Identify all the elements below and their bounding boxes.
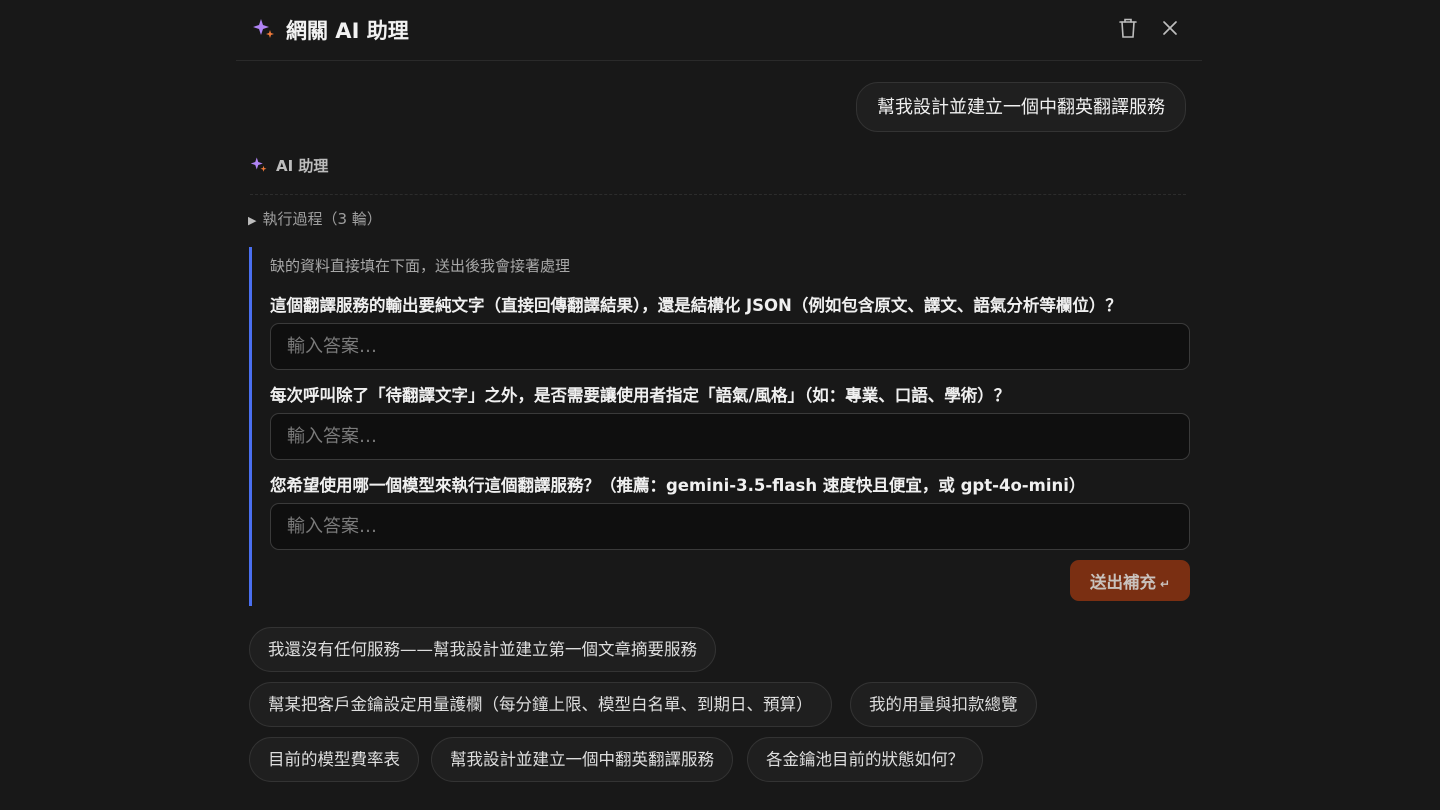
sparkle-icon — [252, 17, 276, 41]
panel-title: 網關 AI 助理 — [286, 19, 409, 43]
question-label: 每次呼叫除了「待翻譯文字」之外，是否需要讓使用者指定「語氣/風格」（如：專業、口… — [270, 386, 1011, 405]
steps-toggle-label: 執行過程（3 輪） — [262, 210, 382, 228]
question-label: 這個翻譯服務的輸出要純文字（直接回傳翻譯結果），還是結構化 JSON（例如包含原… — [270, 296, 1122, 315]
suggestion-chip[interactable]: 我的用量與扣款總覽 — [850, 682, 1037, 727]
answer-input[interactable] — [270, 413, 1190, 460]
suggestion-chip[interactable]: 目前的模型費率表 — [249, 737, 419, 782]
trash-icon[interactable] — [1116, 16, 1140, 40]
sparkle-icon — [250, 156, 268, 174]
suggestion-chip[interactable]: 各金鑰池目前的狀態如何？ — [747, 737, 983, 782]
suggestion-chip[interactable]: 幫某把客戶金鑰設定用量護欄（每分鐘上限、模型白名單、到期日、預算） — [249, 682, 832, 727]
assistant-panel: 網關 AI 助理 幫我設計並建立一個中翻英翻譯服務 AI 助理 ▶ 執行過程（3 … — [236, 0, 1202, 810]
enter-key-icon: ↵ — [1159, 576, 1170, 591]
submit-label: 送出補充 — [1089, 572, 1156, 592]
form-hint: 缺的資料直接填在下面，送出後我會接著處理 — [270, 257, 571, 275]
steps-toggle[interactable]: ▶ 執行過程（3 輪） — [248, 208, 382, 229]
close-icon[interactable] — [1158, 16, 1182, 40]
assistant-name: AI 助理 — [276, 157, 329, 175]
answer-input[interactable] — [270, 323, 1190, 370]
caret-right-icon: ▶ — [248, 214, 257, 227]
divider — [250, 194, 1186, 195]
submit-button[interactable]: 送出補充 ↵ — [1069, 560, 1190, 601]
clarification-form: 缺的資料直接填在下面，送出後我會接著處理 這個翻譯服務的輸出要純文字（直接回傳翻… — [249, 247, 1190, 606]
suggestion-chip[interactable]: 幫我設計並建立一個中翻英翻譯服務 — [431, 737, 733, 782]
answer-input[interactable] — [270, 503, 1190, 550]
panel-header: 網關 AI 助理 — [236, 0, 1202, 61]
suggestion-chip[interactable]: 我還沒有任何服務——幫我設計並建立第一個文章摘要服務 — [249, 627, 716, 672]
user-message: 幫我設計並建立一個中翻英翻譯服務 — [856, 82, 1186, 132]
question-label: 您希望使用哪一個模型來執行這個翻譯服務？（推薦：gemini-3.5-flash… — [270, 476, 1086, 495]
